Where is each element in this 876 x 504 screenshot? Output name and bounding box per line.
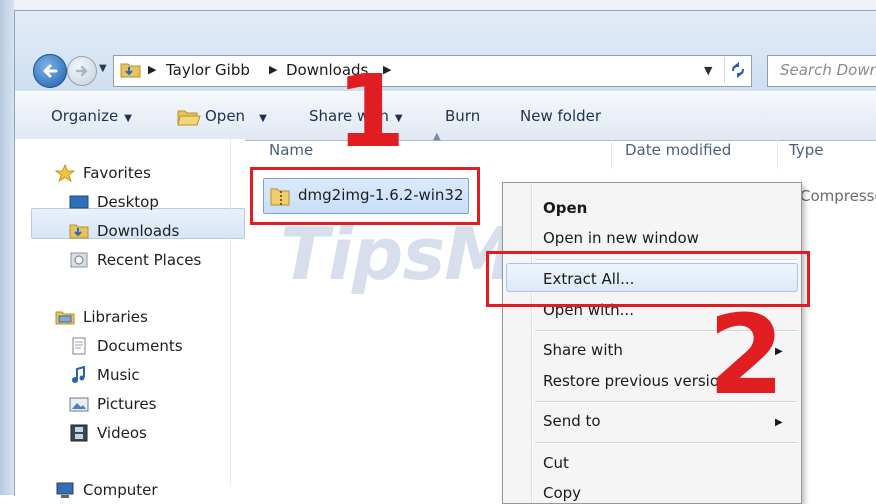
menu-item-send-to[interactable]: Send to bbox=[543, 412, 601, 430]
navigation-bar: ▼ ▶ Taylor Gibb ▶ Downloads ▶ ▼ Search D… bbox=[15, 11, 876, 91]
column-header-date-modified[interactable]: Date modified bbox=[625, 141, 731, 159]
nav-libraries-label: Libraries bbox=[83, 308, 148, 326]
organize-button[interactable]: Organize ▼ bbox=[51, 107, 132, 125]
menu-item-copy[interactable]: Copy bbox=[543, 484, 581, 502]
favorites-star-icon bbox=[55, 164, 75, 182]
menu-item-open[interactable]: Open bbox=[543, 199, 587, 217]
nav-documents-label: Documents bbox=[97, 337, 183, 355]
search-placeholder: Search Downloads bbox=[780, 61, 876, 79]
music-note-icon bbox=[72, 366, 85, 383]
nav-desktop-label: Desktop bbox=[97, 193, 159, 211]
open-label: Open bbox=[205, 107, 246, 125]
videos-film-icon bbox=[70, 424, 88, 442]
nav-pictures-label: Pictures bbox=[97, 395, 157, 413]
column-header-type[interactable]: Type bbox=[789, 141, 823, 159]
step-1-number: 1 bbox=[336, 53, 406, 170]
menu-item-open-new-window[interactable]: Open in new window bbox=[543, 229, 699, 247]
menu-item-share-with[interactable]: Share with bbox=[543, 341, 623, 359]
nav-favorites-label: Favorites bbox=[83, 164, 151, 182]
menu-gutter-highlight bbox=[532, 183, 533, 503]
refresh-icon bbox=[732, 62, 744, 78]
downloads-folder-icon bbox=[69, 224, 89, 239]
forward-button[interactable] bbox=[67, 56, 97, 86]
back-arrow-icon bbox=[43, 64, 58, 78]
menu-separator bbox=[535, 442, 797, 444]
nav-downloads-label: Downloads bbox=[97, 222, 180, 240]
refresh-button[interactable] bbox=[724, 57, 751, 83]
nav-music-label: Music bbox=[97, 366, 140, 384]
pictures-icon bbox=[69, 397, 89, 412]
navigation-pane: Favorites Desktop Downloads Recent Place… bbox=[15, 139, 245, 499]
nav-computer-label: Computer bbox=[83, 481, 158, 499]
pane-divider[interactable] bbox=[230, 128, 231, 485]
window-frame-edge bbox=[0, 0, 14, 495]
chevron-down-icon: ▼ bbox=[124, 113, 132, 124]
step-1-highlight-box bbox=[250, 167, 480, 225]
organize-label: Organize bbox=[51, 107, 119, 125]
open-button[interactable]: Open ▼ bbox=[205, 107, 267, 125]
downloads-folder-icon bbox=[120, 63, 141, 78]
new-folder-button[interactable]: New folder bbox=[520, 107, 601, 125]
open-folder-icon bbox=[177, 110, 201, 126]
recent-pages-dropdown-icon[interactable]: ▼ bbox=[99, 63, 107, 74]
sort-ascending-icon: ▲ bbox=[433, 131, 441, 142]
breadcrumb-separator-icon[interactable]: ▶ bbox=[269, 63, 277, 76]
menu-item-cut[interactable]: Cut bbox=[543, 454, 569, 472]
nav-recent-places-label: Recent Places bbox=[97, 251, 202, 269]
search-input[interactable]: Search Downloads bbox=[767, 55, 876, 87]
libraries-icon bbox=[55, 311, 75, 325]
address-dropdown-icon[interactable]: ▼ bbox=[704, 64, 712, 77]
column-divider[interactable] bbox=[777, 131, 778, 169]
recent-places-icon bbox=[70, 252, 88, 268]
chevron-down-icon: ▼ bbox=[259, 113, 267, 124]
burn-button[interactable]: Burn bbox=[445, 107, 480, 125]
address-bar[interactable]: ▶ Taylor Gibb ▶ Downloads ▶ ▼ bbox=[113, 55, 752, 87]
step-2-number: 2 bbox=[708, 291, 785, 419]
computer-icon bbox=[56, 482, 74, 498]
back-button[interactable] bbox=[33, 54, 67, 88]
desktop-icon bbox=[69, 195, 89, 209]
column-divider[interactable] bbox=[611, 131, 612, 169]
nav-videos-label: Videos bbox=[97, 424, 147, 442]
breadcrumb-taylor-gibb[interactable]: Taylor Gibb bbox=[166, 61, 250, 79]
file-type: Compressed bbox=[800, 187, 876, 205]
documents-icon bbox=[72, 337, 86, 355]
column-headers: Name Date modified Type bbox=[231, 131, 862, 169]
breadcrumb-separator-icon[interactable]: ▶ bbox=[148, 63, 156, 76]
forward-arrow-icon bbox=[75, 65, 88, 77]
column-header-name[interactable]: Name bbox=[269, 141, 313, 159]
